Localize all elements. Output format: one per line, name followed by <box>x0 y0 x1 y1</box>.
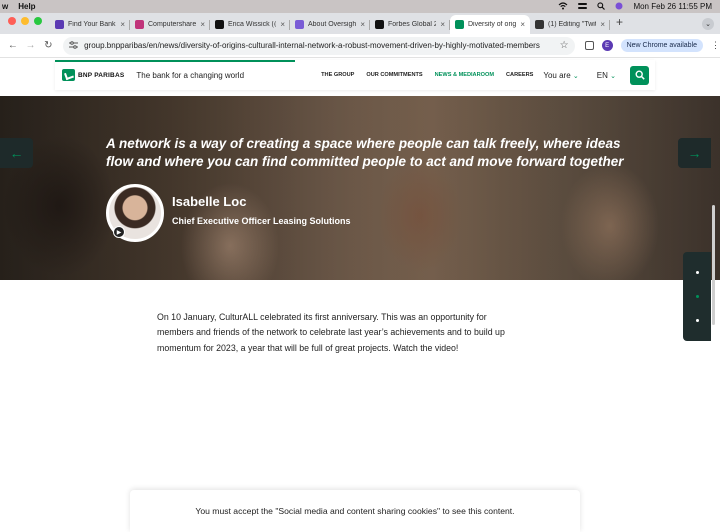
tab-favicon-icon <box>295 20 304 29</box>
forward-button[interactable]: → <box>22 40 40 51</box>
tab-favicon-icon <box>55 20 64 29</box>
brand-name: BNP PARIBAS <box>78 71 125 79</box>
tab-separator <box>609 20 610 30</box>
tab-search-button[interactable]: ⌄ <box>702 17 714 30</box>
scrollbar[interactable] <box>712 205 715 325</box>
browser-tab[interactable]: Find Your Bank | × <box>50 15 130 34</box>
tab-close-icon[interactable]: × <box>360 20 365 29</box>
site-header: BNP PARIBAS The bank for a changing worl… <box>55 60 655 90</box>
window-controls <box>0 16 50 31</box>
control-center-icon[interactable] <box>578 2 588 12</box>
nav-item[interactable]: THE GROUP <box>321 72 354 78</box>
new-tab-button[interactable]: + <box>610 15 629 32</box>
language-label: EN <box>596 70 608 80</box>
address-bar[interactable]: group.bnpparibas/en/news/diversity-of-or… <box>63 36 575 55</box>
tab-favicon-icon <box>455 20 464 29</box>
tab-title: (1) Editing "Twit <box>548 21 597 28</box>
update-chrome-button[interactable]: New Chrome available <box>620 39 704 52</box>
you-are-label: You are <box>543 70 571 80</box>
site-info-icon[interactable] <box>69 40 79 51</box>
browser-tab[interactable]: Erica Wissick (@ × <box>210 15 290 34</box>
tab-title: Forbes Global 2 <box>388 21 437 28</box>
nav-item[interactable]: OUR COMMITMENTS <box>366 72 422 78</box>
tab-title: Find Your Bank | <box>68 21 117 28</box>
browser-tab[interactable]: (1) Editing "Twit × <box>530 15 610 34</box>
bookmark-star-icon[interactable]: ☆ <box>560 40 569 51</box>
browser-tab[interactable]: Forbes Global 2 × <box>370 15 450 34</box>
tab-strip: Find Your Bank | × Computershare × Erica Wis… <box>0 13 720 34</box>
toolbar: ← → ↻ group.bnpparibas/en/news/diversity… <box>0 34 720 58</box>
bnp-logo[interactable]: BNP PARIBAS <box>62 69 124 81</box>
tab-close-icon[interactable]: × <box>520 20 525 29</box>
kebab-menu-icon[interactable]: ⋮ <box>711 40 720 51</box>
back-button[interactable]: ← <box>4 40 22 51</box>
tab-title: Erica Wissick (@ <box>228 21 277 28</box>
minimize-window-button[interactable] <box>21 16 29 25</box>
browser-tab[interactable]: About Oversight × <box>290 15 370 34</box>
nav-item[interactable]: NEWS & MEDIAROOM <box>435 72 494 78</box>
pagination-dot[interactable] <box>695 294 699 298</box>
tab-close-icon[interactable]: × <box>440 20 445 29</box>
header-accent-bar <box>55 60 295 62</box>
pagination-dot[interactable] <box>695 270 699 274</box>
carousel-next-button[interactable]: → <box>678 138 711 168</box>
main-nav: THE GROUP OUR COMMITMENTS NEWS & MEDIAROOM… <box>321 72 533 78</box>
nav-item[interactable]: CAREERS <box>506 72 533 78</box>
url-text[interactable]: group.bnpparibas/en/news/diversity-of-or… <box>84 41 560 50</box>
tab-title: Diversity of origi <box>468 21 517 28</box>
speaker-role: Chief Executive Officer Leasing Solution… <box>172 216 351 226</box>
tab-favicon-icon <box>535 20 544 29</box>
search-icon <box>634 70 645 80</box>
side-panel-icon[interactable] <box>584 41 594 50</box>
section-pagination <box>683 252 711 341</box>
tab-favicon-icon <box>215 20 224 29</box>
os-menubar: w Help Mon Feb 26 11:55 PM <box>0 0 720 13</box>
play-icon[interactable]: ▶ <box>113 226 125 238</box>
tab-favicon-icon <box>375 20 384 29</box>
cookie-consent-text: You must accept the "Social media and co… <box>195 506 515 516</box>
speaker-name: Isabelle Loc <box>172 194 247 209</box>
tab-close-icon[interactable]: × <box>600 20 605 29</box>
search-button[interactable] <box>630 65 649 85</box>
brand-tagline: The bank for a changing world <box>136 70 245 80</box>
language-selector[interactable]: EN ⌄ <box>597 71 616 80</box>
hero-overlay <box>0 96 720 280</box>
app-menu[interactable]: w <box>2 2 8 11</box>
zoom-window-button[interactable] <box>34 16 42 25</box>
you-are-dropdown[interactable]: You are ⌄ <box>543 71 578 80</box>
tab-favicon-icon <box>135 20 144 29</box>
tab-close-icon[interactable]: × <box>280 20 285 29</box>
tab-list: Find Your Bank | × Computershare × Erica Wis… <box>50 15 610 34</box>
chevron-down-icon: ⌄ <box>610 72 616 80</box>
chevron-down-icon: ⌄ <box>572 72 579 80</box>
carousel-prev-button[interactable]: ← <box>0 138 33 168</box>
tab-title: Computershare <box>148 21 197 28</box>
profile-avatar[interactable]: E <box>601 40 613 51</box>
browser-tab[interactable]: Diversity of origi × <box>450 15 530 34</box>
help-menu[interactable]: Help <box>18 2 35 11</box>
bnp-star-icon <box>62 69 75 81</box>
article-paragraph: On 10 January, CulturALL celebrated its … <box>157 312 505 353</box>
close-window-button[interactable] <box>8 16 16 25</box>
browser-tab[interactable]: Computershare × <box>130 15 210 34</box>
cookie-consent-notice: You must accept the "Social media and co… <box>130 490 580 532</box>
hero-banner: ← → A network is a way of creating a spa… <box>0 96 720 280</box>
tab-close-icon[interactable]: × <box>120 20 125 29</box>
pagination-dot[interactable] <box>695 319 699 323</box>
tab-title: About Oversight <box>308 21 357 28</box>
datetime[interactable]: Mon Feb 26 11:55 PM <box>633 2 712 11</box>
siri-icon[interactable] <box>615 2 623 12</box>
reload-button[interactable]: ↻ <box>39 40 57 51</box>
hero-quote: A network is a way of creating a space w… <box>106 136 624 169</box>
wifi-icon[interactable] <box>558 1 568 12</box>
spotlight-icon[interactable] <box>597 1 606 12</box>
tab-close-icon[interactable]: × <box>200 20 205 29</box>
